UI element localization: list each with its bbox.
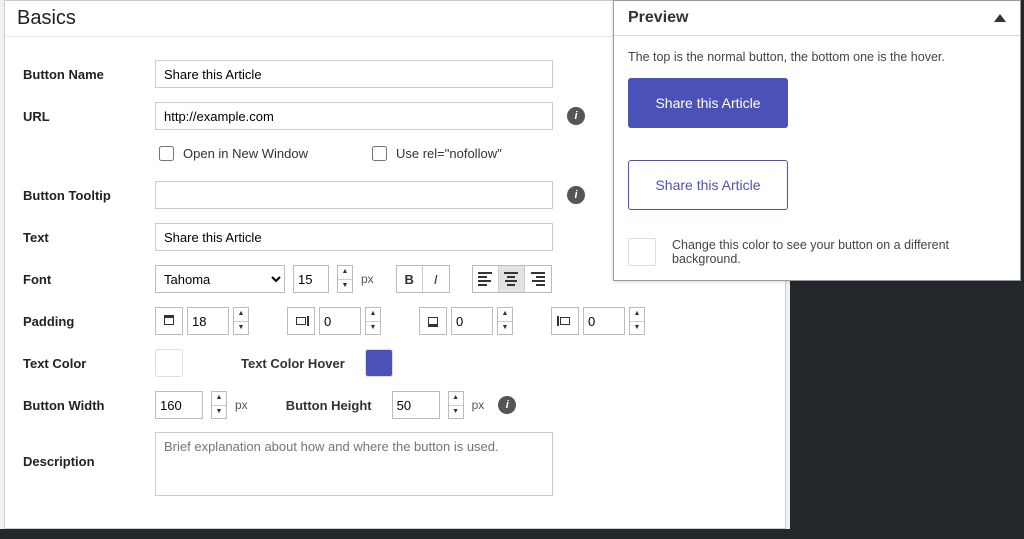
label-text: Text (23, 230, 155, 245)
url-input[interactable] (155, 102, 553, 130)
unit-px: px (235, 398, 248, 412)
padding-right-spinner[interactable]: ▲▼ (365, 307, 381, 335)
label-tooltip: Button Tooltip (23, 188, 155, 203)
font-style-group: B I (396, 265, 450, 293)
label-url: URL (23, 109, 155, 124)
unit-px: px (472, 398, 485, 412)
padding-top-input[interactable] (187, 307, 229, 335)
label-text-color-hover: Text Color Hover (241, 356, 345, 371)
label-padding: Padding (23, 314, 155, 329)
label-button-width: Button Width (23, 398, 155, 413)
open-new-window-input[interactable] (159, 146, 174, 161)
collapse-icon[interactable] (994, 14, 1006, 22)
open-new-window-label: Open in New Window (183, 146, 308, 161)
button-height-spinner[interactable]: ▲▼ (448, 391, 464, 419)
font-family-select[interactable]: Tahoma (155, 265, 285, 293)
preview-hint: The top is the normal button, the bottom… (628, 50, 1006, 64)
unit-px: px (361, 272, 374, 286)
label-description: Description (23, 432, 155, 469)
label-font: Font (23, 272, 155, 287)
padding-bottom-input[interactable] (451, 307, 493, 335)
italic-button[interactable]: I (423, 266, 449, 292)
padding-top-spinner[interactable]: ▲▼ (233, 307, 249, 335)
button-width-input[interactable] (155, 391, 203, 419)
label-button-height: Button Height (286, 398, 372, 413)
padding-left-spinner[interactable]: ▲▼ (629, 307, 645, 335)
nofollow-input[interactable] (372, 146, 387, 161)
nofollow-label: Use rel="nofollow" (396, 146, 502, 161)
preview-title: Preview (628, 9, 688, 27)
preview-button-hover: Share this Article (628, 160, 788, 210)
padding-left-input[interactable] (583, 307, 625, 335)
info-icon[interactable]: i (567, 107, 585, 125)
padding-top-icon (155, 307, 183, 335)
preview-bg-hint: Change this color to see your button on … (672, 238, 1006, 266)
text-color-hover-swatch[interactable] (365, 349, 393, 377)
padding-right-icon (287, 307, 315, 335)
text-input[interactable] (155, 223, 553, 251)
info-icon[interactable]: i (498, 396, 516, 414)
button-width-spinner[interactable]: ▲▼ (211, 391, 227, 419)
label-button-name: Button Name (23, 67, 155, 82)
align-center-button[interactable] (499, 266, 525, 292)
preview-button-normal: Share this Article (628, 78, 788, 128)
button-name-input[interactable] (155, 60, 553, 88)
preview-bg-swatch[interactable] (628, 238, 656, 266)
text-align-group (472, 265, 552, 293)
padding-right-input[interactable] (319, 307, 361, 335)
padding-bottom-spinner[interactable]: ▲▼ (497, 307, 513, 335)
preview-panel: Preview The top is the normal button, th… (613, 0, 1021, 281)
bold-button[interactable]: B (397, 266, 423, 292)
label-text-color: Text Color (23, 356, 155, 371)
align-right-button[interactable] (525, 266, 551, 292)
open-new-window-checkbox[interactable]: Open in New Window (155, 143, 308, 164)
font-size-spinner[interactable]: ▲▼ (337, 265, 353, 293)
nofollow-checkbox[interactable]: Use rel="nofollow" (368, 143, 502, 164)
align-left-button[interactable] (473, 266, 499, 292)
info-icon[interactable]: i (567, 186, 585, 204)
text-color-swatch[interactable] (155, 349, 183, 377)
font-size-input[interactable] (293, 265, 329, 293)
padding-bottom-icon (419, 307, 447, 335)
padding-left-icon (551, 307, 579, 335)
description-textarea[interactable] (155, 432, 553, 496)
tooltip-input[interactable] (155, 181, 553, 209)
button-height-input[interactable] (392, 391, 440, 419)
